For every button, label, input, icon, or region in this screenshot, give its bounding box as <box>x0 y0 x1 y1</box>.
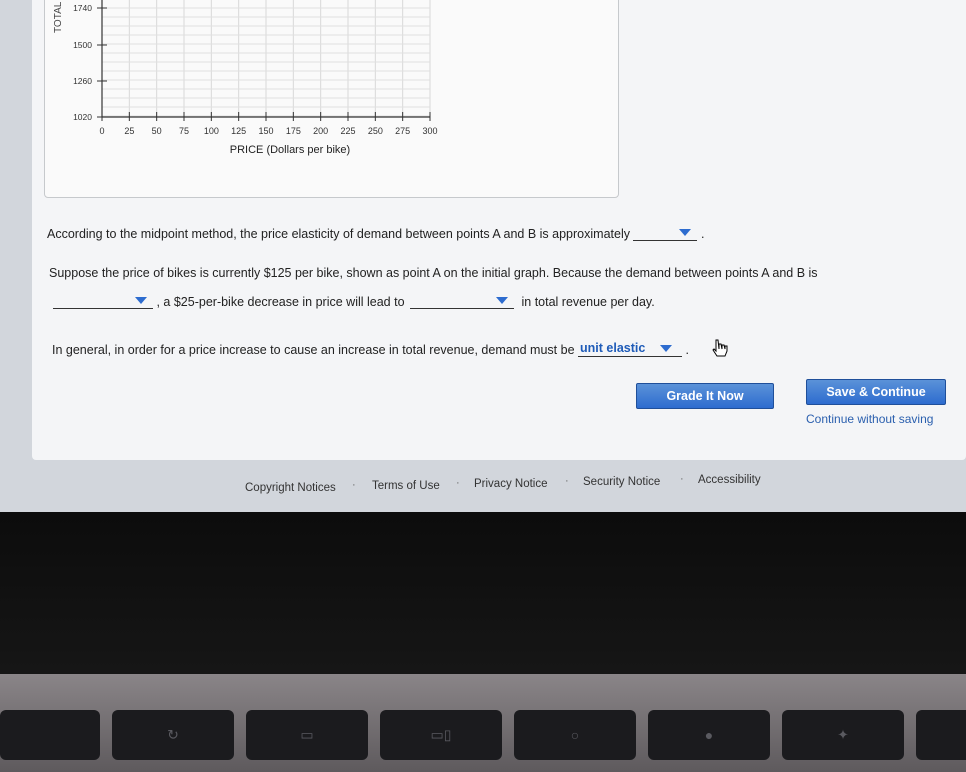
question-2-mid: , a $25-per-bike decrease in price will … <box>156 295 405 309</box>
continue-without-saving-link[interactable]: Continue without saving <box>806 412 933 426</box>
footer-privacy-link[interactable]: Privacy Notice <box>474 478 548 490</box>
elasticity-type-dropdown[interactable]: unit elastic <box>578 341 683 357</box>
save-continue-button[interactable]: Save & Continue <box>806 379 946 405</box>
question-1: According to the midpoint method, the pr… <box>47 226 704 241</box>
footer-separator: · <box>456 477 460 489</box>
footer-separator: · <box>352 479 356 491</box>
footer-copyright-link[interactable]: Copyright Notices <box>245 482 336 494</box>
hand-cursor-icon <box>712 339 728 357</box>
x-tick-label: 175 <box>286 126 301 136</box>
question-2-line-1: Suppose the price of bikes is currently … <box>49 266 818 280</box>
y-tick-label: 1020 <box>73 112 92 122</box>
revenue-change-dropdown[interactable] <box>410 294 515 309</box>
x-tick-label: 0 <box>99 126 104 136</box>
elasticity-dropdown[interactable] <box>633 226 698 241</box>
y-axis-label: TOTAL <box>53 1 64 33</box>
x-tick-label: 250 <box>368 126 383 136</box>
y-tick-label: 1500 <box>73 40 92 50</box>
x-tick-label: 300 <box>422 126 437 136</box>
x-tick-label: 200 <box>313 126 328 136</box>
question-3-text: In general, in order for a price increas… <box>52 343 575 357</box>
footer-separator: · <box>565 475 569 487</box>
x-tick-label: 225 <box>340 126 355 136</box>
y-tick-label: 1260 <box>73 76 92 86</box>
x-tick-label: 275 <box>395 126 410 136</box>
footer-security-link[interactable]: Security Notice <box>583 476 660 488</box>
question-3-end: . <box>685 343 689 357</box>
chevron-down-icon <box>135 297 147 304</box>
question-2-line-2: , a $25-per-bike decrease in price will … <box>53 294 655 309</box>
footer: Copyright Notices · Terms of Use · Priva… <box>0 473 966 514</box>
chevron-down-icon <box>679 229 692 236</box>
laptop-keyboard: ↻ ▭ ▭▯ ○ ● ✦ <box>0 674 966 772</box>
key: ● <box>648 710 770 760</box>
y-tick-label: 1740 <box>73 3 92 13</box>
x-tick-label: 25 <box>124 126 134 136</box>
question-1-text: According to the midpoint method, the pr… <box>47 227 630 241</box>
x-axis-label: PRICE (Dollars per bike) <box>230 144 350 156</box>
x-tick-label: 125 <box>231 126 246 136</box>
elasticity-type-dropdown-value: unit elastic <box>580 341 646 355</box>
key: ▭ <box>246 710 368 760</box>
key: ✦ <box>782 710 904 760</box>
graph-panel: TOTAL 1740 1500 1260 1020 0 25 50 75 100 125 150 1… <box>44 0 619 198</box>
question-2-end: in total revenue per day. <box>521 295 655 309</box>
chevron-down-icon <box>496 297 509 304</box>
demand-type-dropdown[interactable] <box>53 294 153 309</box>
question-3: In general, in order for a price increas… <box>52 341 689 357</box>
key: ↻ <box>112 710 234 760</box>
grade-it-now-button[interactable]: Grade It Now <box>636 383 774 409</box>
key: ▭▯ <box>380 710 502 760</box>
footer-terms-link[interactable]: Terms of Use <box>372 480 440 492</box>
footer-separator: · <box>680 473 684 485</box>
x-tick-label: 100 <box>204 126 219 136</box>
question-1-end: . <box>700 227 705 241</box>
key: ○ <box>514 710 636 760</box>
key <box>0 710 100 760</box>
laptop-bezel <box>0 512 966 674</box>
x-tick-label: 150 <box>258 126 273 136</box>
key <box>916 710 966 760</box>
revenue-graph[interactable]: TOTAL 1740 1500 1260 1020 0 25 50 75 100 125 150 1… <box>45 0 618 197</box>
chevron-down-icon <box>660 345 673 352</box>
footer-accessibility-link[interactable]: Accessibility <box>698 474 761 486</box>
x-tick-label: 75 <box>179 126 189 136</box>
x-tick-label: 50 <box>152 126 162 136</box>
